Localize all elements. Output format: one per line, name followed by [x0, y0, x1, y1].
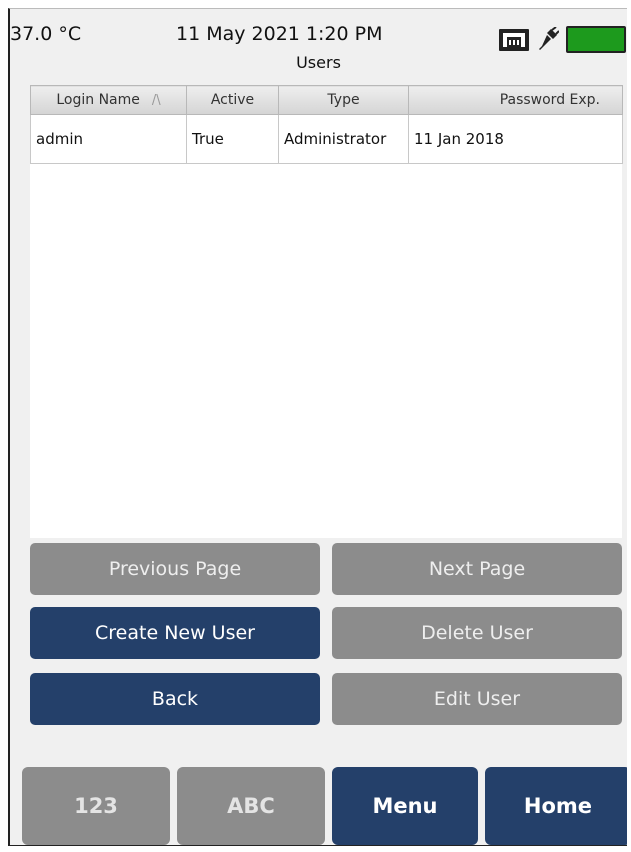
- plug-icon: [537, 26, 560, 53]
- table-row[interactable]: admin True Administrator 11 Jan 2018: [30, 114, 623, 164]
- users-table-area: Login Name /\ Active Type Password Exp. a…: [30, 85, 623, 538]
- cell-type: Administrator: [278, 114, 409, 164]
- previous-page-button[interactable]: Previous Page: [30, 543, 320, 595]
- temperature-readout: 37.0 °C: [10, 23, 82, 45]
- table-header-row: Login Name /\ Active Type Password Exp.: [30, 85, 623, 115]
- network-icon: [498, 28, 530, 52]
- delete-user-button[interactable]: Delete User: [332, 607, 622, 659]
- device-screen: 37.0 °C 11 May 2021 1:20 PM Users Login …: [8, 8, 627, 846]
- numeric-keypad-button[interactable]: 123: [22, 767, 170, 845]
- back-button[interactable]: Back: [30, 673, 320, 725]
- users-table: Login Name /\ Active Type Password Exp. a…: [30, 85, 623, 164]
- column-header-label: Login Name: [56, 92, 140, 108]
- column-header-type[interactable]: Type: [278, 85, 409, 115]
- status-bar: 37.0 °C 11 May 2021 1:20 PM Users: [10, 9, 627, 81]
- column-header-active[interactable]: Active: [186, 85, 279, 115]
- column-header-password-exp[interactable]: Password Exp.: [408, 85, 623, 115]
- battery-icon: [566, 26, 626, 53]
- next-page-button[interactable]: Next Page: [332, 543, 622, 595]
- cell-active: True: [186, 114, 279, 164]
- alpha-keypad-button[interactable]: ABC: [177, 767, 325, 845]
- menu-button[interactable]: Menu: [332, 767, 478, 845]
- cell-login-name: admin: [30, 114, 187, 164]
- page-title: Users: [296, 53, 341, 72]
- home-button[interactable]: Home: [485, 767, 627, 845]
- datetime-readout: 11 May 2021 1:20 PM: [176, 23, 383, 45]
- edit-user-button[interactable]: Edit User: [332, 673, 622, 725]
- create-new-user-button[interactable]: Create New User: [30, 607, 320, 659]
- sort-ascending-icon: /\: [151, 93, 161, 108]
- cell-password-exp: 11 Jan 2018: [408, 114, 623, 164]
- column-header-login-name[interactable]: Login Name /\: [30, 85, 187, 115]
